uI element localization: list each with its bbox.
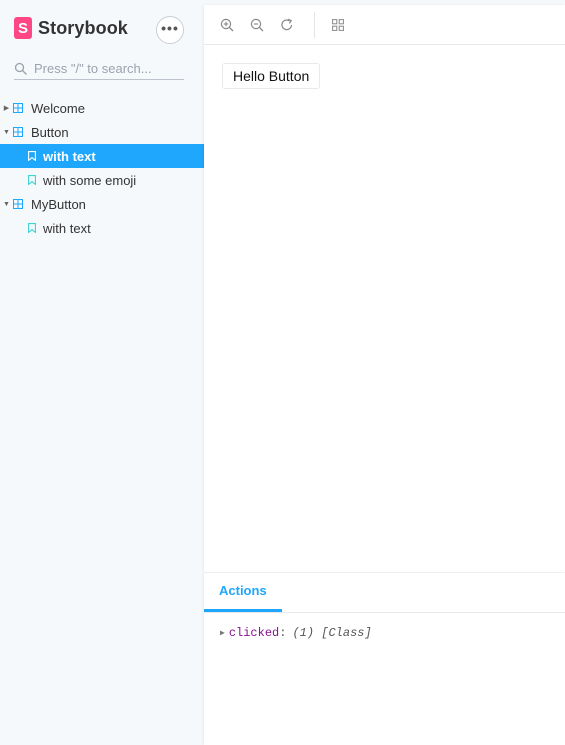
brand[interactable]: S Storybook [14, 17, 128, 39]
tree-item-label: Welcome [31, 100, 85, 116]
caret-right-icon[interactable]: ▶ [3, 104, 10, 112]
tree-item-label: MyButton [31, 196, 86, 212]
story-tree: ▶ Welcome ▼ Button with text with some e… [0, 96, 204, 240]
search-icon [14, 62, 27, 75]
toolbar-divider [314, 11, 315, 38]
preview-canvas: Hello Button [204, 45, 565, 571]
caret-down-icon[interactable]: ▼ [3, 129, 10, 136]
component-icon [13, 127, 23, 137]
panel-tabs: Actions [204, 573, 565, 613]
action-value: (1) [Class] [292, 626, 372, 640]
background-grid-button[interactable] [331, 18, 345, 32]
tree-item-welcome[interactable]: ▶ Welcome [0, 96, 204, 120]
bookmark-icon [28, 223, 36, 233]
tree-item-label: Button [31, 124, 69, 140]
tree-item-mybutton[interactable]: ▼ MyButton [0, 192, 204, 216]
component-icon [13, 103, 23, 113]
reset-icon [281, 18, 293, 30]
tree-item-label: with text [43, 220, 91, 236]
tab-actions[interactable]: Actions [204, 572, 282, 612]
action-log-entry: ▶ clicked : (1) [Class] [204, 613, 565, 640]
zoom-in-icon [220, 18, 234, 31]
storybook-logo-icon: S [14, 17, 32, 39]
zoom-out-icon [250, 18, 264, 31]
caret-down-icon[interactable]: ▼ [3, 201, 10, 208]
bookmark-icon [28, 175, 36, 185]
tree-item-label: with some emoji [43, 172, 137, 188]
expand-arrow-icon[interactable]: ▶ [220, 628, 225, 638]
preview-area: Hello Button [204, 5, 565, 572]
preview-toolbar [204, 5, 565, 45]
action-colon: : [279, 626, 287, 640]
ellipsis-icon: ••• [161, 20, 179, 36]
tree-item-button[interactable]: ▼ Button [0, 120, 204, 144]
action-name: clicked [228, 626, 280, 640]
component-icon [13, 199, 23, 209]
story-button-with-text[interactable]: with text [0, 144, 204, 168]
bookmark-icon [28, 151, 36, 161]
zoom-in-button[interactable] [220, 18, 234, 32]
zoom-reset-button[interactable] [280, 18, 294, 32]
menu-button[interactable]: ••• [156, 16, 184, 44]
brand-name: Storybook [38, 17, 128, 38]
sidebar: S Storybook ••• ▶ Welcome ▼ [0, 0, 204, 745]
search-input[interactable] [34, 61, 179, 76]
grid-icon [332, 18, 344, 31]
story-mybutton-with-text[interactable]: with text [0, 216, 204, 240]
zoom-out-button[interactable] [250, 18, 264, 32]
story-button-with-some-emoji[interactable]: with some emoji [0, 168, 204, 192]
addons-panel: Actions ▶ clicked : (1) [Class] [204, 573, 565, 745]
hello-button[interactable]: Hello Button [222, 63, 321, 89]
tree-item-label: with text [43, 148, 96, 164]
search-bar [14, 58, 184, 80]
